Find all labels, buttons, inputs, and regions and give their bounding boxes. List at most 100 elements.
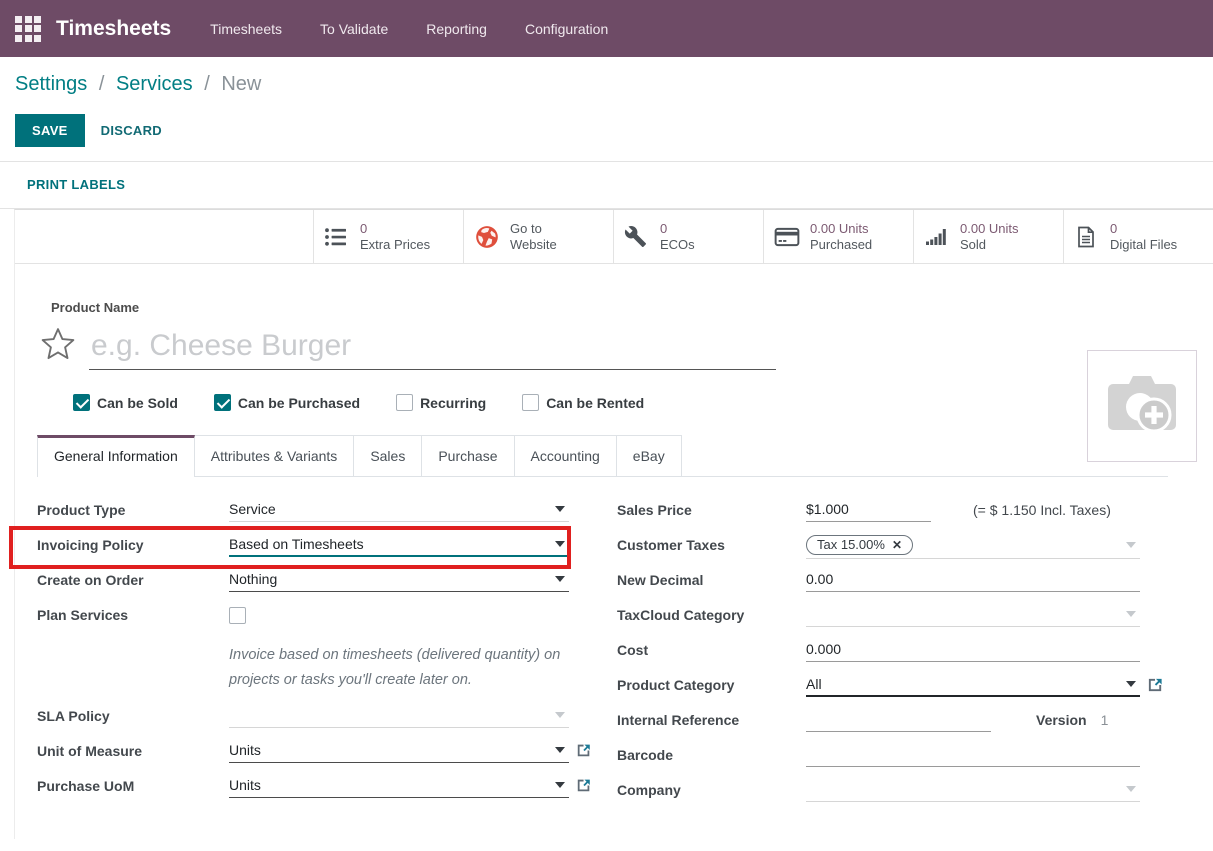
cost-input[interactable]: 0.000 xyxy=(806,640,1140,662)
breadcrumb-settings[interactable]: Settings xyxy=(15,73,87,95)
wrench-icon xyxy=(624,225,652,248)
new-decimal-value: 0.00 xyxy=(806,571,833,587)
product-type-value: Service xyxy=(229,501,276,517)
external-link-icon[interactable] xyxy=(576,742,592,761)
version-value: 1 xyxy=(1101,710,1109,728)
chevron-down-icon xyxy=(1126,611,1136,617)
internal-reference-label: Internal Reference xyxy=(617,710,806,728)
product-image-placeholder[interactable] xyxy=(1087,350,1197,462)
tab-sales[interactable]: Sales xyxy=(354,435,422,476)
checkbox-recurring[interactable]: Recurring xyxy=(396,394,486,411)
chevron-down-icon xyxy=(1126,786,1136,792)
app-brand[interactable]: Timesheets xyxy=(56,17,171,41)
tab-accounting[interactable]: Accounting xyxy=(515,435,617,476)
menu-configuration[interactable]: Configuration xyxy=(506,0,627,57)
company-label: Company xyxy=(617,780,806,798)
tab-purchase[interactable]: Purchase xyxy=(422,435,514,476)
taxcloud-category-select[interactable] xyxy=(806,605,1140,627)
globe-icon xyxy=(474,224,502,250)
menu-timesheets[interactable]: Timesheets xyxy=(191,0,301,57)
purchase-uom-select[interactable]: Units xyxy=(229,776,569,798)
stat-label: Extra Prices xyxy=(360,237,430,253)
credit-card-icon xyxy=(774,224,802,250)
company-select[interactable] xyxy=(806,780,1140,802)
apps-menu-button[interactable] xyxy=(8,9,48,49)
product-name-label: Product Name xyxy=(51,300,1168,315)
chevron-down-icon xyxy=(555,506,565,512)
product-name-input[interactable] xyxy=(89,329,776,370)
plan-services-checkbox[interactable] xyxy=(229,607,246,624)
customer-taxes-field[interactable]: Tax 15.00% ✕ xyxy=(806,535,1140,559)
stat-label: ECOs xyxy=(660,237,695,253)
stat-button-units-sold[interactable]: 0.00 UnitsSold xyxy=(913,210,1063,263)
external-link-icon[interactable] xyxy=(1147,676,1164,696)
internal-reference-input[interactable] xyxy=(806,710,991,732)
product-flags-row: Can be Sold Can be Purchased Recurring C… xyxy=(73,394,1168,411)
tab-attributes-variants[interactable]: Attributes & Variants xyxy=(195,435,355,476)
invoicing-policy-value: Based on Timesheets xyxy=(229,536,364,552)
save-button[interactable]: SAVE xyxy=(15,114,85,147)
stat-value: 0 xyxy=(360,221,430,237)
stat-button-digital-files[interactable]: 0Digital Files xyxy=(1063,210,1213,263)
stat-value: 0 xyxy=(1110,221,1177,237)
sla-policy-select[interactable] xyxy=(229,706,569,728)
version-label: Version xyxy=(1036,710,1087,728)
chevron-down-icon xyxy=(555,576,565,582)
apps-grid-icon xyxy=(15,16,41,42)
chevron-down-icon xyxy=(555,782,565,788)
checkbox-can-be-purchased[interactable]: Can be Purchased xyxy=(214,394,360,411)
product-category-select[interactable]: All xyxy=(806,675,1140,697)
chevron-down-icon xyxy=(555,712,565,718)
stat-button-extra-prices[interactable]: 0Extra Prices xyxy=(313,210,463,263)
create-on-order-select[interactable]: Nothing xyxy=(229,570,569,592)
barcode-input[interactable] xyxy=(806,745,1140,767)
breadcrumb: Settings / Services / New xyxy=(0,57,1213,96)
tax-tag: Tax 15.00% ✕ xyxy=(806,535,913,555)
favorite-star-icon[interactable] xyxy=(39,325,77,368)
new-decimal-input[interactable]: 0.00 xyxy=(806,570,1140,592)
stat-button-ecos[interactable]: 0ECOs xyxy=(613,210,763,263)
print-labels-button[interactable]: PRINT LABELS xyxy=(27,177,125,192)
camera-plus-icon xyxy=(1102,370,1182,442)
sla-policy-label: SLA Policy xyxy=(37,706,229,724)
top-navbar: Timesheets Timesheets To Validate Report… xyxy=(0,0,1213,57)
checkbox-can-be-sold[interactable]: Can be Sold xyxy=(73,394,178,411)
stat-button-units-purchased[interactable]: 0.00 UnitsPurchased xyxy=(763,210,913,263)
breadcrumb-separator: / xyxy=(99,73,105,95)
unit-of-measure-select[interactable]: Units xyxy=(229,741,569,763)
discard-button[interactable]: DISCARD xyxy=(101,123,162,138)
remove-tax-icon[interactable]: ✕ xyxy=(892,538,902,552)
stat-value: 0.00 Units xyxy=(810,221,872,237)
barcode-label: Barcode xyxy=(617,745,806,763)
tab-general-information[interactable]: General Information xyxy=(37,435,195,477)
purchase-uom-label: Purchase UoM xyxy=(37,776,229,794)
invoicing-policy-label: Invoicing Policy xyxy=(37,535,229,553)
invoicing-policy-select[interactable]: Based on Timesheets xyxy=(229,535,569,557)
checkbox-can-be-rented[interactable]: Can be Rented xyxy=(522,394,644,411)
customer-taxes-label: Customer Taxes xyxy=(617,535,806,553)
bar-chart-icon xyxy=(924,225,952,249)
stat-label: Purchased xyxy=(810,237,872,253)
stat-button-go-to-website[interactable]: Go toWebsite xyxy=(463,210,613,263)
sales-price-label: Sales Price xyxy=(617,500,806,518)
create-on-order-value: Nothing xyxy=(229,571,277,587)
cost-label: Cost xyxy=(617,640,806,658)
checkbox-label: Can be Rented xyxy=(546,395,644,411)
product-category-label: Product Category xyxy=(617,675,806,693)
breadcrumb-services[interactable]: Services xyxy=(116,73,193,95)
sales-price-input[interactable]: $1.000 xyxy=(806,500,931,522)
menu-reporting[interactable]: Reporting xyxy=(407,0,506,57)
stat-label: Digital Files xyxy=(1110,237,1177,253)
menu-to-validate[interactable]: To Validate xyxy=(301,0,407,57)
tax-tag-label: Tax 15.00% xyxy=(817,537,885,552)
breadcrumb-current: New xyxy=(221,73,261,95)
chevron-down-icon xyxy=(555,541,565,547)
checkbox-checked-icon xyxy=(214,394,231,411)
product-form-sheet: 0Extra Prices Go toWebsite 0ECOs 0.00 Un… xyxy=(14,209,1213,839)
checkbox-label: Can be Purchased xyxy=(238,395,360,411)
sales-price-value: $1.000 xyxy=(806,501,849,517)
tab-ebay[interactable]: eBay xyxy=(617,435,682,476)
external-link-icon[interactable] xyxy=(576,777,592,796)
product-type-select[interactable]: Service xyxy=(229,500,569,522)
chevron-down-icon xyxy=(555,747,565,753)
